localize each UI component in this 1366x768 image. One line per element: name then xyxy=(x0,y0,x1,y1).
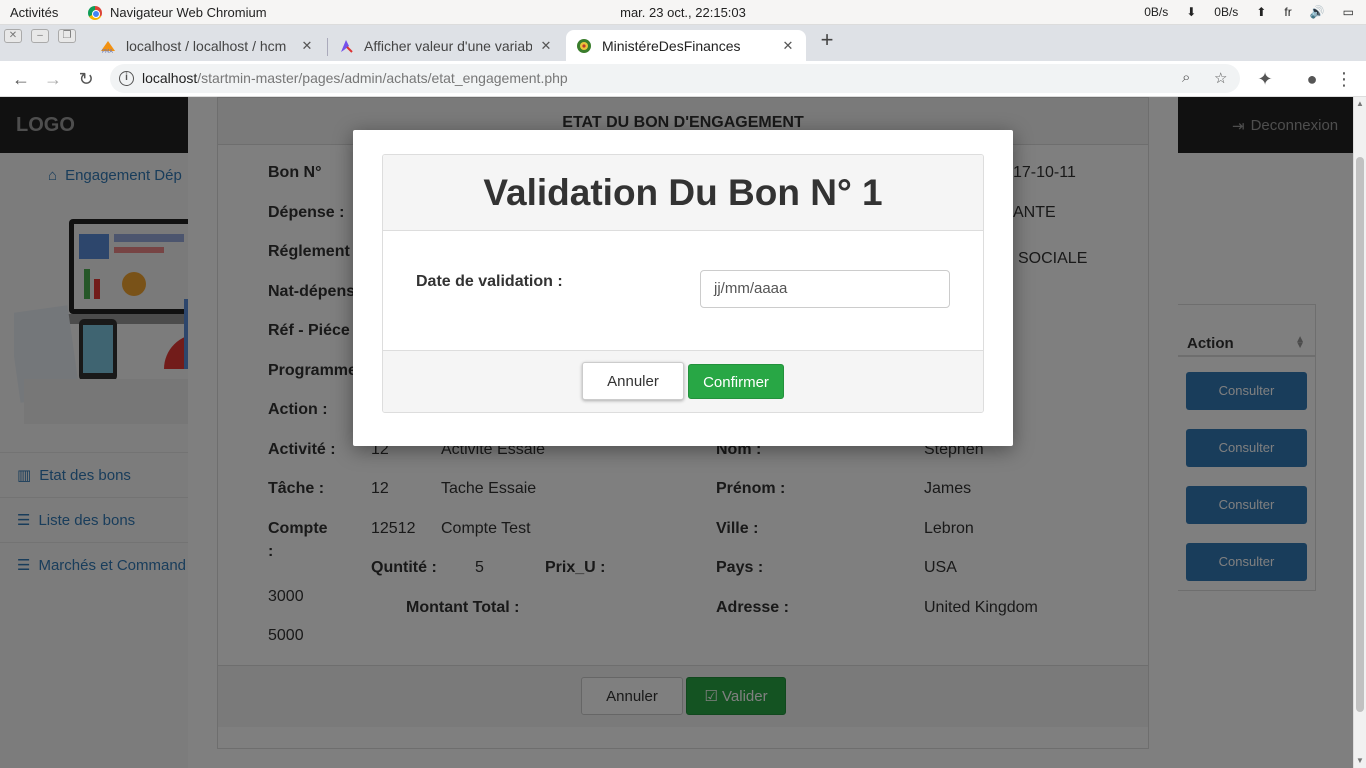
close-tab-icon[interactable]: ✕ xyxy=(538,38,554,54)
profile-icon[interactable]: ● xyxy=(1300,67,1324,91)
system-tray[interactable]: 0B/s ⬇ 0B/s ⬆ fr 🔊 ▭ xyxy=(1144,5,1354,19)
validation-cancel-button[interactable]: Annuler xyxy=(582,362,684,400)
app-name: Navigateur Web Chromium xyxy=(110,5,267,20)
chromium-icon xyxy=(88,5,102,20)
net-down-rate: 0B/s xyxy=(1144,5,1169,19)
openclassrooms-icon xyxy=(341,39,353,53)
minimize-window-icon[interactable]: – xyxy=(31,29,49,43)
close-window-icon[interactable]: ✕ xyxy=(4,29,22,43)
scroll-up-icon[interactable]: ▲ xyxy=(1356,99,1364,108)
bookmark-star-icon[interactable]: ☆ xyxy=(1214,69,1227,87)
validation-confirm-button[interactable]: Confirmer xyxy=(688,364,784,399)
back-icon[interactable]: ← xyxy=(9,67,33,91)
browser-toolbar: ← → ↻ i localhost/startmin-master/pages/… xyxy=(0,61,1366,97)
phpmyadmin-icon: PMA xyxy=(101,40,115,54)
tab-afficher-valeur[interactable]: Afficher valeur d'une variab ✕ xyxy=(328,30,564,61)
extension-icon[interactable]: ✦ xyxy=(1253,67,1277,91)
validation-modal-title: Validation Du Bon N° 1 xyxy=(383,155,983,231)
net-up-rate: 0B/s xyxy=(1214,5,1239,19)
site-info-icon[interactable]: i xyxy=(119,71,134,86)
scroll-down-icon[interactable]: ▼ xyxy=(1356,756,1364,765)
address-bar[interactable]: i localhost/startmin-master/pages/admin/… xyxy=(110,64,1240,93)
volume-icon[interactable]: 🔊 xyxy=(1310,5,1325,19)
upload-arrow-icon: ⬆ xyxy=(1256,5,1267,19)
battery-icon[interactable]: ▭ xyxy=(1343,5,1354,19)
scrollbar-thumb[interactable] xyxy=(1356,157,1364,712)
validation-panel: Validation Du Bon N° 1 Date de validatio… xyxy=(382,154,984,413)
maximize-window-icon[interactable]: ❐ xyxy=(58,29,76,43)
new-tab-icon[interactable]: + xyxy=(817,29,837,51)
url-text[interactable]: localhost/startmin-master/pages/admin/ac… xyxy=(142,70,568,86)
tab-ministere[interactable]: MinistéreDesFinances ✕ xyxy=(566,30,806,61)
zoom-icon[interactable]: ⌕ xyxy=(1182,69,1190,86)
validation-modal: Validation Du Bon N° 1 Date de validatio… xyxy=(353,130,1013,446)
app-menu[interactable]: Navigateur Web Chromium xyxy=(88,5,267,20)
validation-form: Date de validation : jj/mm/aaaa xyxy=(383,231,983,350)
reload-icon[interactable]: ↻ xyxy=(74,67,98,91)
tab-strip: ✕ – ❐ PMA localhost / localhost / hcm ✕ … xyxy=(0,25,1366,61)
validation-modal-footer: Annuler Confirmer xyxy=(383,350,983,412)
date-validation-label: Date de validation : xyxy=(416,273,563,290)
page-scrollbar[interactable]: ▲ ▼ xyxy=(1353,97,1366,768)
tab-phpmyadmin[interactable]: PMA localhost / localhost / hcm ✕ xyxy=(90,30,325,61)
date-validation-input[interactable]: jj/mm/aaaa xyxy=(700,270,950,308)
svg-text:PMA: PMA xyxy=(102,49,113,54)
keyboard-layout[interactable]: fr xyxy=(1284,5,1291,19)
close-tab-icon[interactable]: ✕ xyxy=(299,38,315,54)
activities-button[interactable]: Activités xyxy=(10,5,58,20)
close-tab-icon[interactable]: ✕ xyxy=(780,38,796,54)
system-top-bar: Activités Navigateur Web Chromium mar. 2… xyxy=(0,0,1366,25)
menu-dots-icon[interactable]: ⋮ xyxy=(1332,67,1356,91)
ministry-emblem-icon xyxy=(577,38,591,53)
download-arrow-icon: ⬇ xyxy=(1186,5,1197,19)
forward-icon[interactable]: → xyxy=(41,67,65,91)
